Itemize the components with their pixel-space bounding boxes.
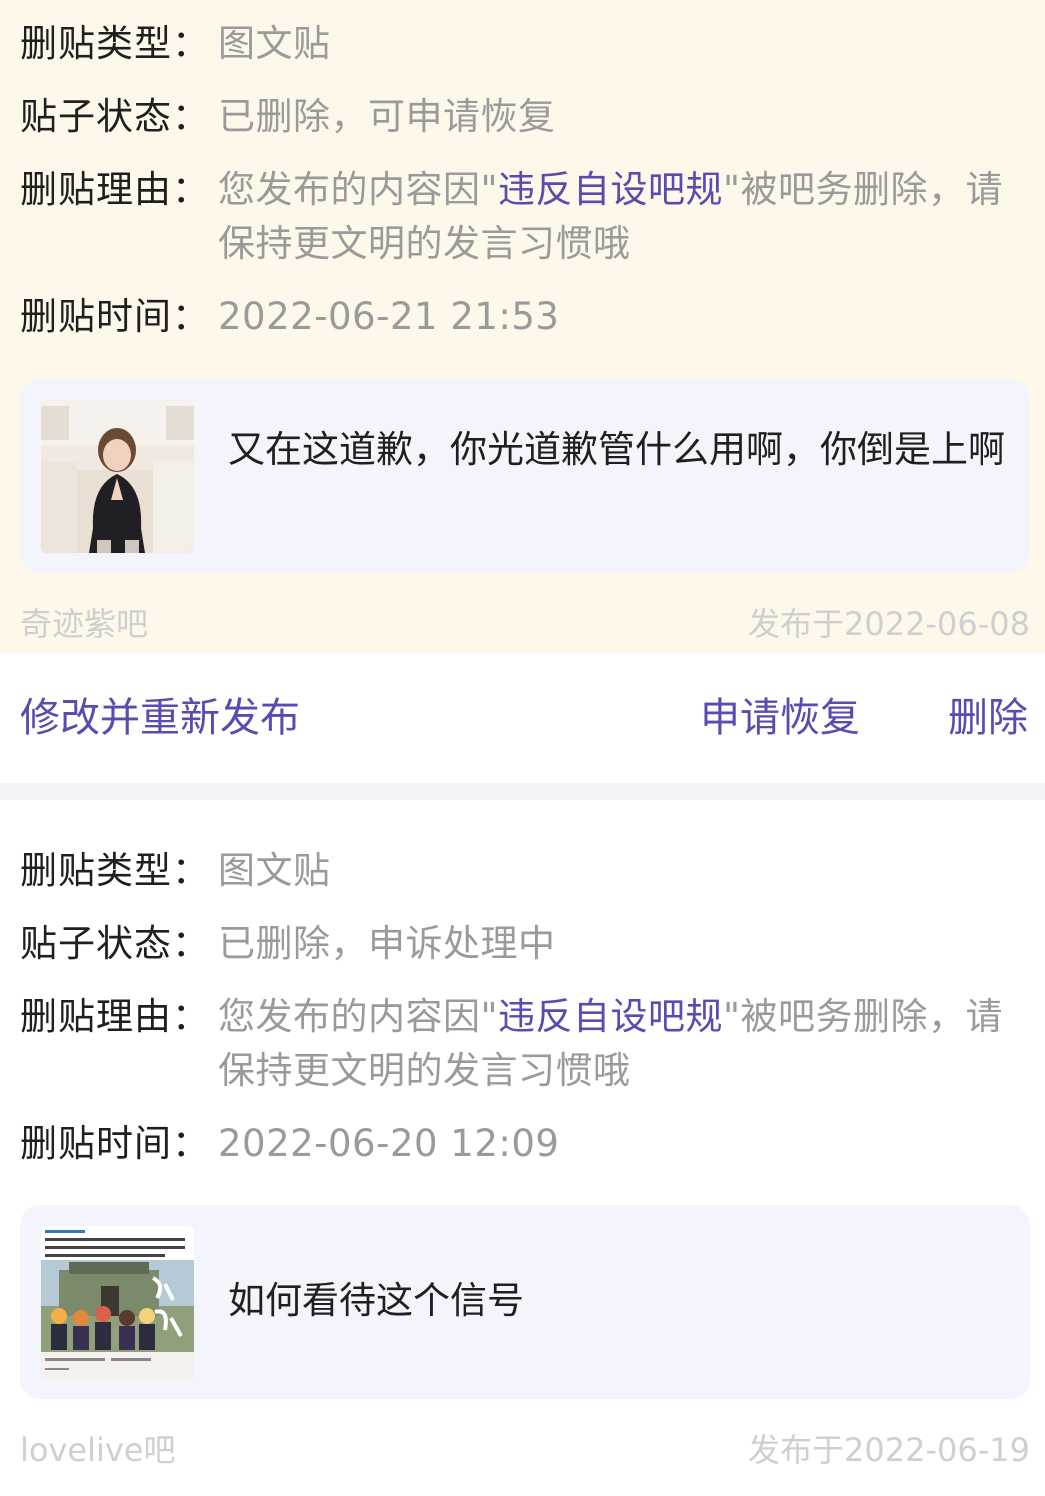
post-thumbnail-image — [41, 400, 194, 553]
edit-republish-button[interactable]: 修改并重新发布 — [20, 693, 300, 743]
forum-rules-link[interactable]: 违反自设吧规 — [498, 995, 723, 1038]
post-status-label: 贴子状态： — [20, 95, 210, 138]
post-status-value: 已删除，可申请恢复 — [218, 95, 556, 138]
reason-prefix: 您发布的内容因" — [218, 168, 499, 211]
deleted-post-record-2: 删贴类型： 图文贴 贴子状态： 已删除，申诉处理中 删贴理由： 您发布的内容因"… — [0, 800, 1045, 1496]
record-actions-bar: 修改并重新发布 申请恢复 删除 — [0, 653, 1045, 783]
delete-type-label: 删贴类型： — [20, 22, 210, 65]
delete-time-value: 2022-06-21 21:53 — [218, 295, 560, 338]
post-excerpt: 又在这道歉，你光道歉管什么用啊，你倒是上啊 — [228, 428, 1005, 471]
delete-time-row: 删贴时间： 2022-06-21 21:53 — [20, 290, 1028, 344]
post-status-value: 已删除，申诉处理中 — [218, 922, 556, 965]
delete-reason-value: 您发布的内容因"违反自设吧规"被吧务删除，请保持更文明的发言习惯哦 — [218, 990, 1028, 1098]
forum-name[interactable]: 奇迹紫吧 — [20, 604, 148, 644]
post-preview-card[interactable]: 如何看待这个信号 — [20, 1205, 1030, 1399]
delete-type-value: 图文贴 — [218, 22, 331, 65]
delete-reason-label: 删贴理由： — [20, 995, 210, 1038]
delete-reason-label: 删贴理由： — [20, 168, 210, 211]
post-status-row: 贴子状态： 已删除，申诉处理中 — [20, 917, 1028, 971]
publish-date: 发布于2022-06-19 — [748, 1431, 1030, 1469]
forum-rules-link[interactable]: 违反自设吧规 — [498, 168, 723, 211]
forum-name[interactable]: lovelive吧 — [20, 1430, 176, 1470]
post-excerpt: 如何看待这个信号 — [228, 1279, 524, 1322]
delete-time-label: 删贴时间： — [20, 295, 210, 338]
delete-reason-value: 您发布的内容因"违反自设吧规"被吧务删除，请保持更文明的发言习惯哦 — [218, 163, 1028, 271]
delete-reason-row: 删贴理由： 您发布的内容因"违反自设吧规"被吧务删除，请保持更文明的发言习惯哦 — [20, 163, 1028, 271]
publish-date: 发布于2022-06-08 — [748, 605, 1030, 643]
delete-type-row: 删贴类型： 图文贴 — [20, 17, 1028, 71]
delete-button[interactable]: 删除 — [948, 693, 1028, 743]
post-preview-card[interactable]: 又在这道歉，你光道歉管什么用啊，你倒是上啊 — [20, 379, 1030, 573]
delete-type-value: 图文贴 — [218, 849, 331, 892]
delete-type-label: 删贴类型： — [20, 849, 210, 892]
section-divider — [0, 783, 1045, 800]
deleted-post-record-1: 删贴类型： 图文贴 贴子状态： 已删除，可申请恢复 删贴理由： 您发布的内容因"… — [0, 0, 1045, 653]
delete-time-value: 2022-06-20 12:09 — [218, 1122, 560, 1165]
delete-type-row: 删贴类型： 图文贴 — [20, 844, 1028, 898]
delete-time-label: 删贴时间： — [20, 1122, 210, 1165]
delete-reason-row: 删贴理由： 您发布的内容因"违反自设吧规"被吧务删除，请保持更文明的发言习惯哦 — [20, 990, 1028, 1098]
post-status-row: 贴子状态： 已删除，可申请恢复 — [20, 90, 1028, 144]
reason-prefix: 您发布的内容因" — [218, 995, 499, 1038]
apply-restore-button[interactable]: 申请恢复 — [700, 693, 860, 743]
post-status-label: 贴子状态： — [20, 922, 210, 965]
post-thumbnail-image — [41, 1226, 194, 1379]
delete-time-row: 删贴时间： 2022-06-20 12:09 — [20, 1117, 1028, 1171]
